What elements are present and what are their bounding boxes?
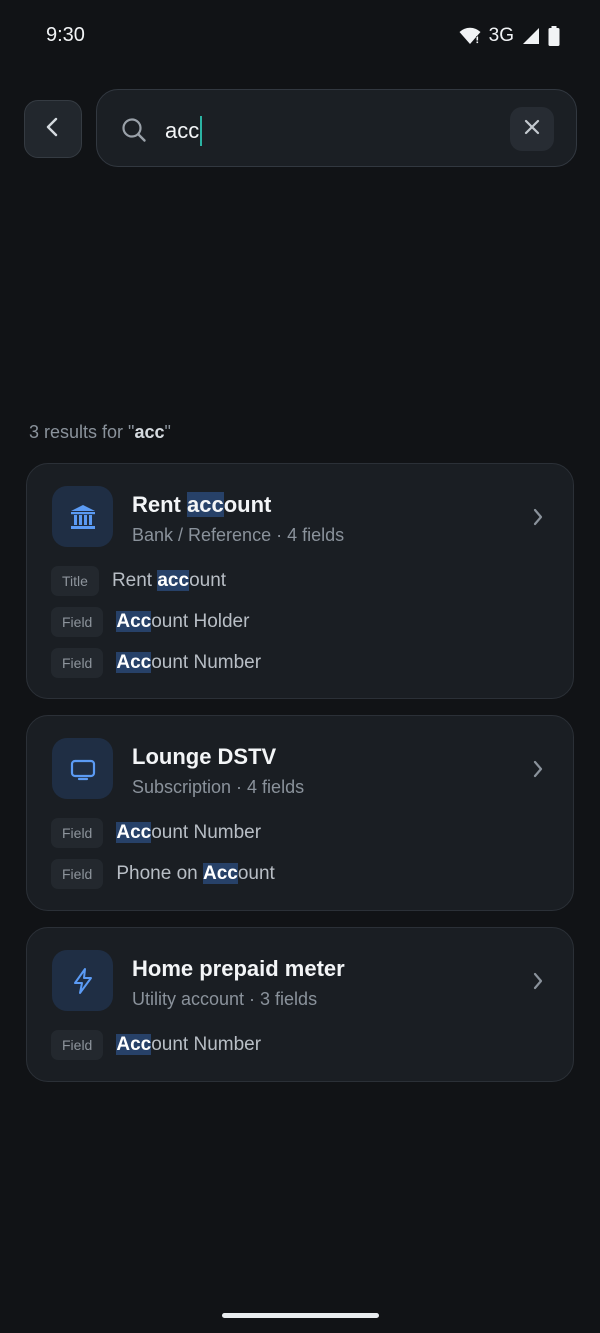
result-card[interactable]: Home prepaid meter Utility account · 3 f…: [26, 927, 574, 1082]
status-bar: 9:30 3G: [0, 0, 600, 72]
chevron-left-icon: [45, 115, 61, 144]
match-post: ount: [189, 570, 227, 591]
results-count-prefix: 3 results for ": [29, 422, 135, 442]
card-subtitle: Utility account · 3 fields: [132, 989, 318, 1009]
match-text: Account Number: [116, 822, 261, 844]
match-pre: Rent: [111, 570, 158, 591]
card-title: Rent account: [132, 492, 271, 518]
match-type-tag: Field: [51, 818, 104, 848]
match-highlight: acc: [157, 570, 190, 591]
card-subtitle: Subscription · 4 fields: [132, 777, 305, 797]
battery-icon: [548, 26, 560, 46]
card-title-post: ount: [223, 492, 272, 517]
status-icons: 3G: [459, 24, 560, 48]
match-row: Field Account Number: [51, 818, 261, 848]
status-time: 9:30: [46, 24, 85, 46]
search-icon: [121, 117, 147, 148]
match-text: Account Number: [116, 652, 261, 674]
search-field[interactable]: acc: [96, 89, 577, 167]
match-type-tag: Field: [51, 607, 104, 637]
match-text: Phone on Account: [116, 863, 275, 885]
match-post: ount Number: [151, 822, 262, 843]
match-post: ount Number: [151, 652, 262, 673]
results-count-suffix: ": [164, 422, 171, 442]
match-highlight: Acc: [116, 652, 152, 673]
bolt-icon: [52, 950, 113, 1011]
card-title: Home prepaid meter: [132, 956, 345, 981]
match-type-tag: Field: [51, 648, 104, 678]
match-row: Field Account Number: [51, 1030, 261, 1060]
match-highlight: Acc: [116, 1034, 152, 1055]
match-type-tag: Title: [51, 566, 99, 596]
match-row: Field Account Holder: [51, 607, 249, 637]
match-highlight: Acc: [203, 863, 238, 884]
result-card[interactable]: Rent account Bank / Reference · 4 fields…: [26, 463, 574, 699]
results-count: 3 results for "acc": [29, 422, 171, 443]
match-row: Field Phone on Account: [51, 859, 275, 889]
match-highlight: Acc: [116, 822, 152, 843]
signal-icon: [522, 27, 540, 45]
match-text: Account Holder: [116, 611, 249, 633]
match-type-tag: Field: [51, 1030, 104, 1060]
match-row: Title Rent account: [51, 566, 226, 596]
match-post: ount Holder: [151, 611, 250, 632]
card-subtitle: Bank / Reference · 4 fields: [132, 525, 345, 545]
match-type-tag: Field: [51, 859, 104, 889]
text-caret: [200, 116, 203, 146]
match-text: Rent account: [112, 570, 226, 592]
chevron-right-icon[interactable]: [531, 506, 545, 533]
result-card[interactable]: Lounge DSTV Subscription · 4 fields Fiel…: [26, 715, 574, 911]
network-type: 3G: [488, 25, 514, 46]
chevron-right-icon[interactable]: [531, 970, 545, 997]
match-post: ount: [237, 863, 275, 884]
chevron-right-icon[interactable]: [531, 758, 545, 785]
match-highlight: Acc: [116, 611, 152, 632]
card-title-highlight: acc: [187, 492, 224, 517]
card-title-pre: Rent: [132, 492, 187, 517]
tv-icon: [52, 738, 113, 799]
match-row: Field Account Number: [51, 648, 261, 678]
close-icon: [524, 119, 540, 140]
card-title: Lounge DSTV: [132, 744, 277, 769]
match-text: Account Number: [116, 1034, 261, 1056]
home-indicator[interactable]: [222, 1313, 379, 1318]
search-input[interactable]: acc: [165, 116, 203, 146]
match-pre: Phone on: [116, 863, 203, 884]
results-count-query: acc: [134, 422, 165, 442]
match-post: ount Number: [151, 1034, 262, 1055]
search-query: acc: [165, 118, 200, 143]
back-button[interactable]: [24, 100, 82, 158]
bank-icon: [52, 486, 113, 547]
clear-search-button[interactable]: [510, 107, 554, 151]
wifi-icon: [459, 27, 481, 45]
